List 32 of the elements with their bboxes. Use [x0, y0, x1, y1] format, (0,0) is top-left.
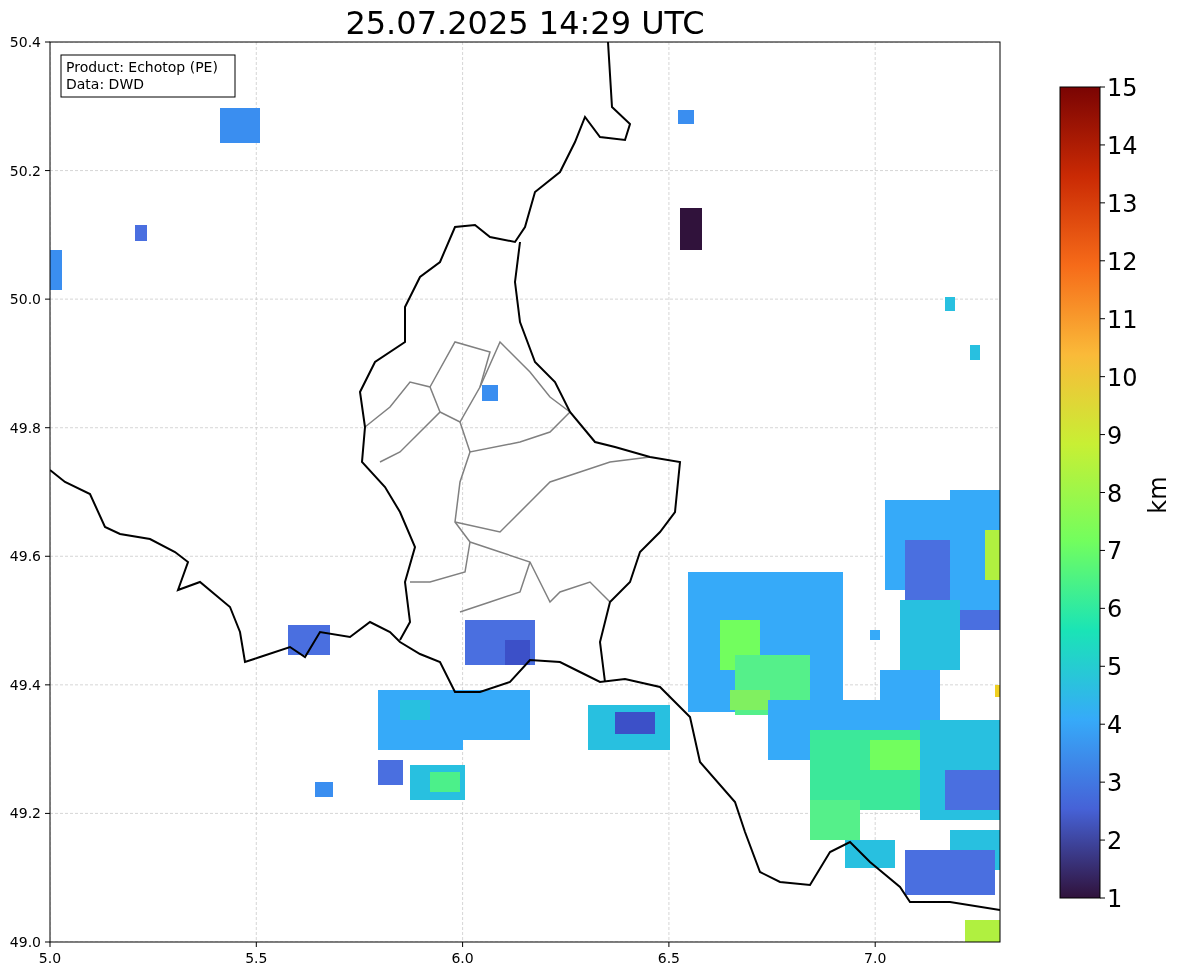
x-tick-label: 6.0	[451, 950, 474, 966]
colorbar-tick-label: 2	[1107, 827, 1123, 856]
chart-title: 25.07.2025 14:29 UTC	[345, 4, 705, 42]
colorbar-tick-label: 14	[1107, 131, 1138, 160]
y-tick-label: 49.4	[9, 676, 41, 693]
x-tick-label: 6.5	[657, 950, 681, 966]
x-tick-label: 5.0	[38, 950, 62, 966]
colorbar-tick-label: 12	[1107, 247, 1138, 276]
colorbar-tick-label: 3	[1107, 769, 1123, 798]
y-tick-label: 49.2	[9, 805, 41, 822]
colorbar-tick-label: 5	[1107, 653, 1123, 682]
colorbar-tick-label: 6	[1107, 595, 1123, 624]
colorbar-tick-label: 7	[1107, 537, 1123, 566]
y-tick-label: 50.4	[9, 34, 41, 50]
colorbar-label: km	[1144, 476, 1172, 514]
colorbar-tick-label: 8	[1107, 479, 1123, 508]
colorbar-tick-label: 13	[1107, 189, 1138, 218]
colorbar-tick-label: 9	[1107, 421, 1123, 450]
y-tick-label: 50.2	[9, 162, 41, 179]
colorbar-tick-label: 4	[1107, 711, 1123, 740]
x-tick-label: 5.5	[245, 950, 268, 966]
legend-text: Data: DWD	[66, 76, 144, 92]
colorbar-tick-label: 15	[1107, 74, 1138, 102]
y-tick-label: 49.8	[9, 419, 41, 436]
y-tick-label: 49.6	[9, 548, 41, 565]
colorbar-tick-label: 1	[1107, 885, 1123, 913]
x-tick-label: 7.0	[864, 950, 887, 966]
legend-text: Product: Echotop (PE)	[66, 59, 218, 75]
y-tick-label: 49.0	[9, 934, 41, 950]
colorbar-tick-label: 11	[1107, 305, 1138, 334]
y-tick-label: 50.0	[9, 291, 41, 308]
colorbar-tick-label: 10	[1107, 363, 1138, 392]
